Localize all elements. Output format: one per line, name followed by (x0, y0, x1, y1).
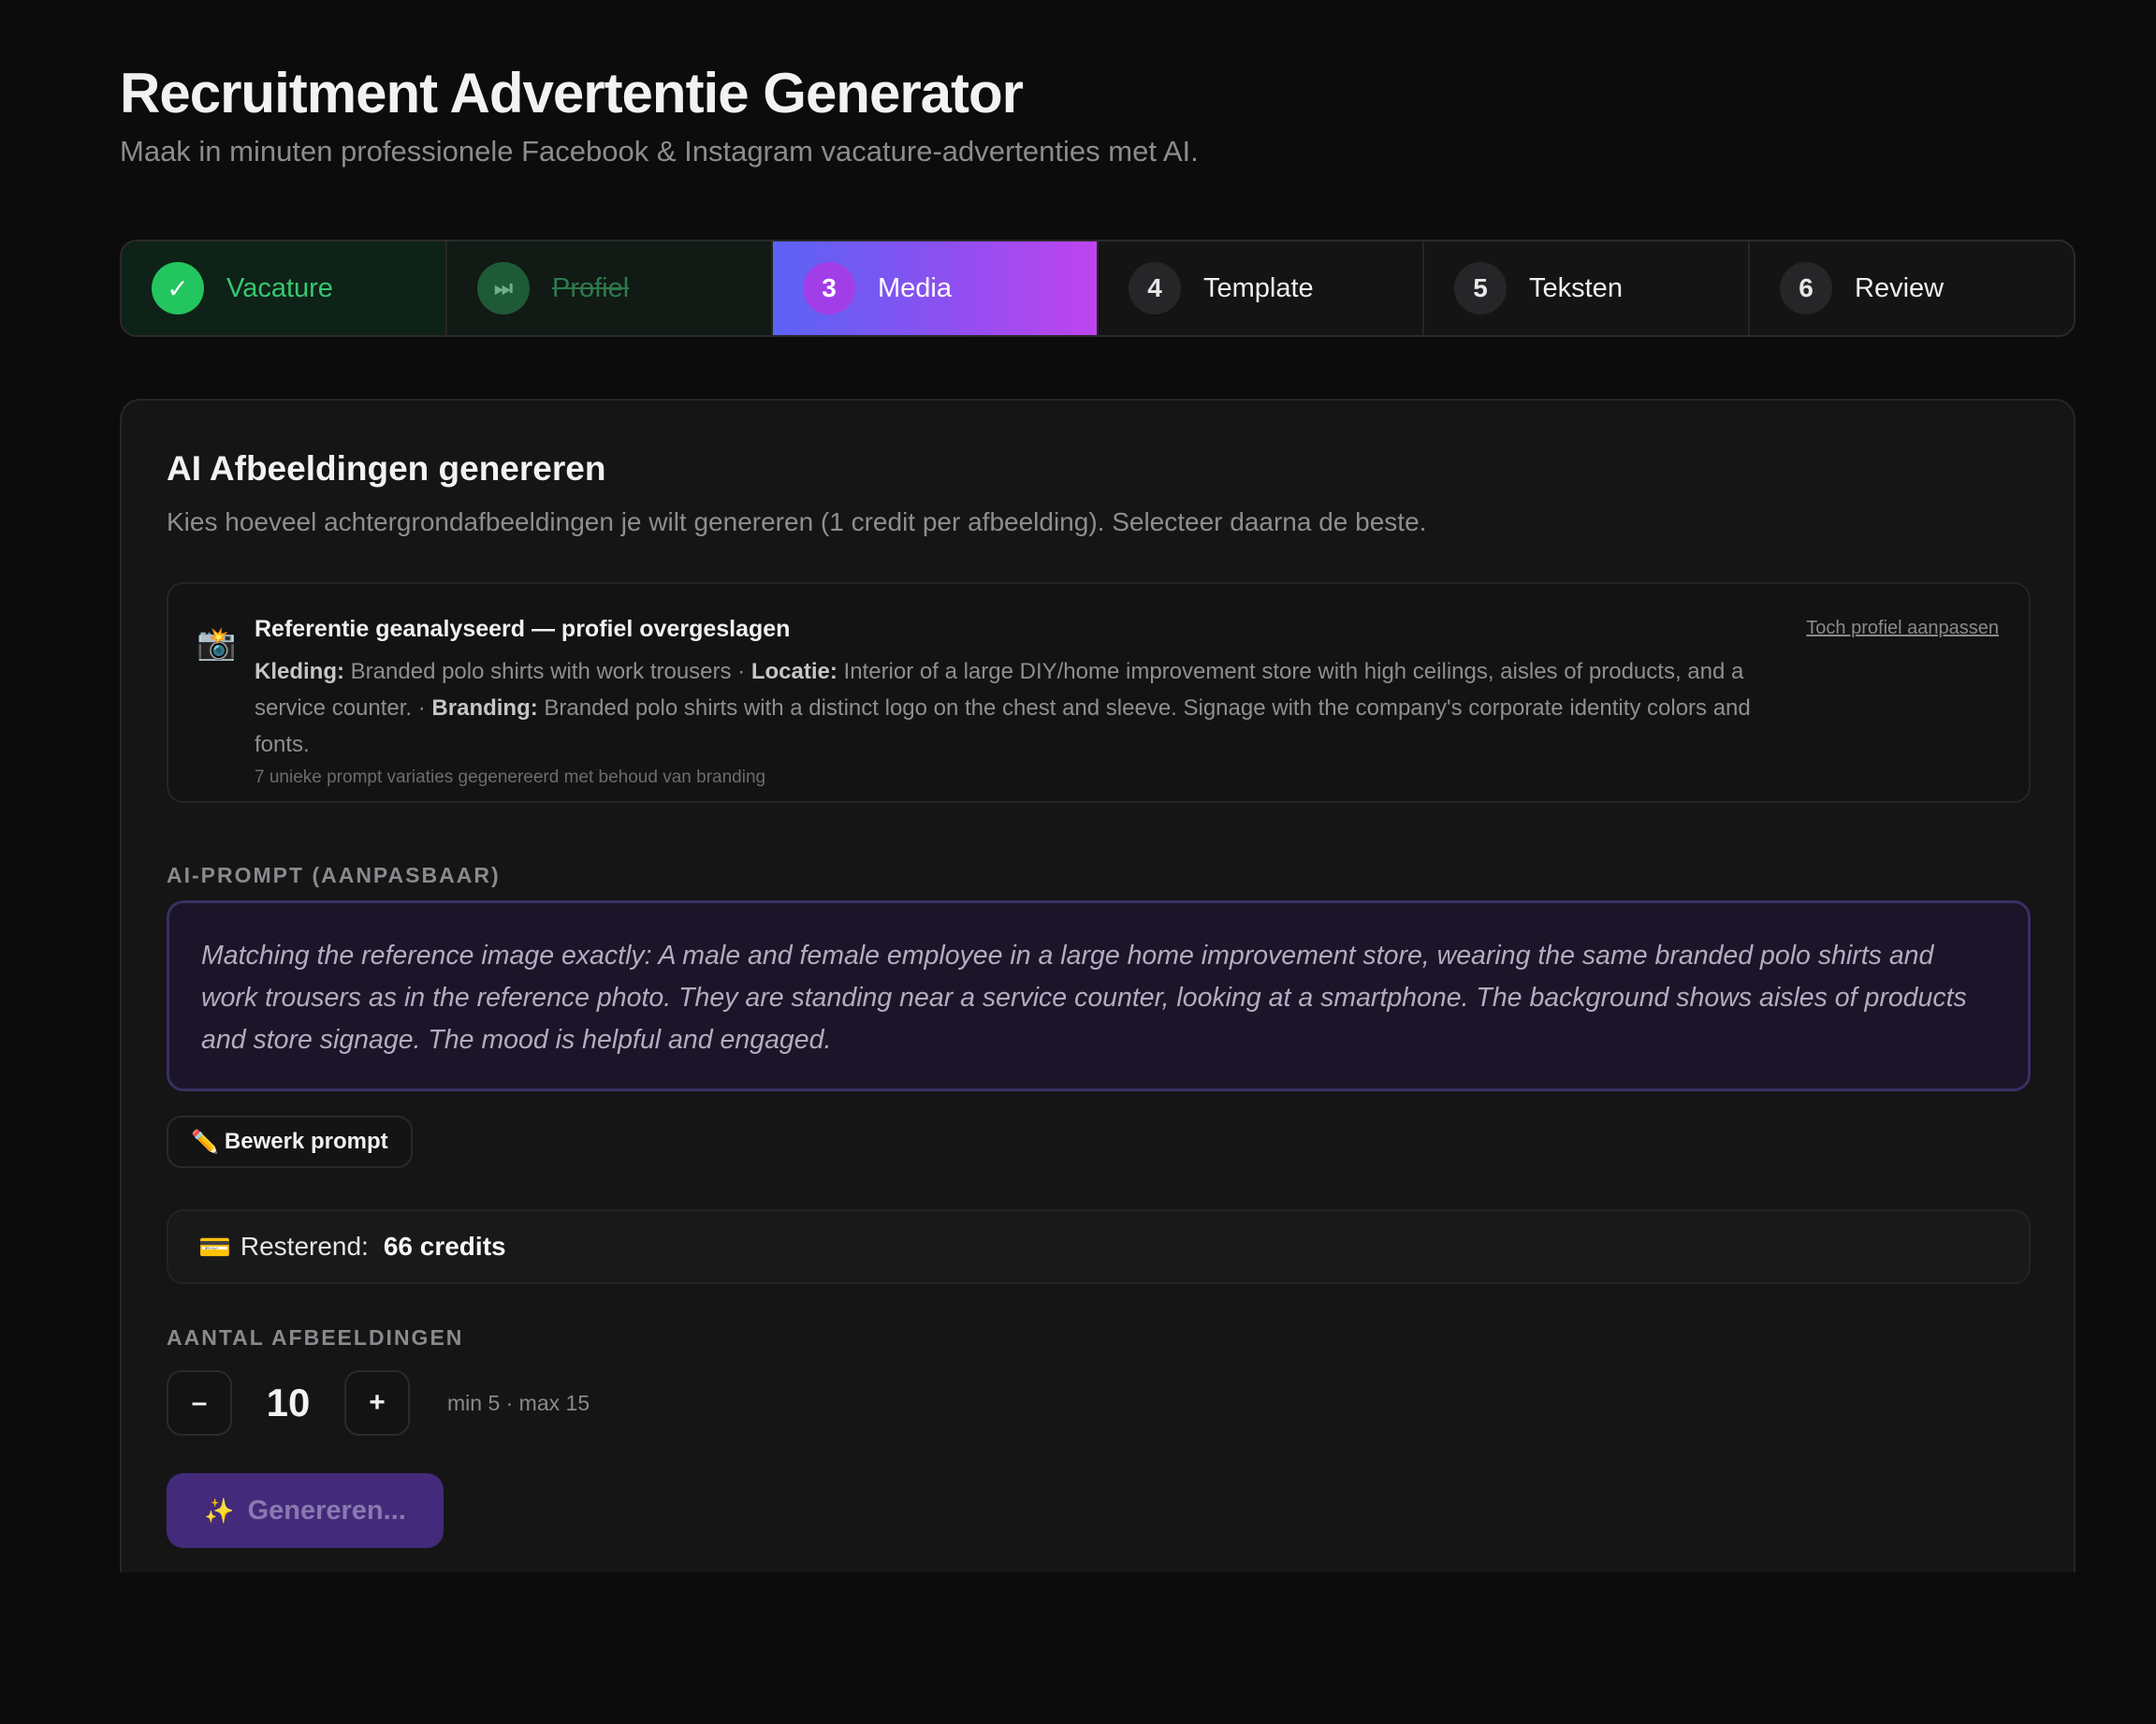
clothing-value: Branded polo shirts with work trousers (350, 659, 732, 684)
ai-prompt-field[interactable]: Matching the reference image exactly: A … (167, 900, 2031, 1091)
reference-analysis-box: 📸 Referentie geanalyseerd — profiel over… (167, 582, 2031, 803)
edit-prompt-label: Bewerk prompt (224, 1129, 388, 1154)
step-label: Vacature (226, 272, 333, 303)
camera-flash-icon: 📸 (197, 626, 237, 662)
edit-prompt-button[interactable]: ✏️ Bewerk prompt (167, 1116, 413, 1168)
page-footer-area (0, 1572, 2156, 1724)
reference-title: Referentie geanalyseerd — profiel overge… (255, 616, 791, 642)
quantity-hint: min 5 · max 15 (447, 1390, 590, 1415)
quantity-label: AANTAL AFBEELDINGEN (167, 1325, 464, 1350)
step-number: 6 (1780, 262, 1832, 314)
step-profiel[interactable]: ⏭ Profiel (447, 241, 773, 335)
step-review[interactable]: 6 Review (1750, 241, 2074, 335)
prompt-label: AI-PROMPT (AANPASBAAR) (167, 863, 501, 887)
step-media[interactable]: 3 Media (773, 241, 1099, 335)
increment-button[interactable]: + (344, 1370, 410, 1436)
pencil-icon: ✏️ (191, 1129, 219, 1155)
section-title: AI Afbeeldingen genereren (167, 449, 606, 488)
app-subtitle: Maak in minuten professionele Facebook &… (120, 135, 1199, 168)
step-label: Media (878, 272, 952, 303)
branding-label: Branding: (431, 695, 538, 721)
location-label: Locatie: (750, 659, 838, 684)
step-label: Teksten (1529, 272, 1623, 303)
credits-panel: 💳 Resterend: 66 credits (167, 1209, 2031, 1284)
credits-value: 66 credits (383, 1232, 506, 1261)
header: Recruitment Advertentie Generator Maak i… (120, 58, 1199, 170)
quantity-stepper: – 10 + min 5 · max 15 (167, 1370, 590, 1436)
edit-profile-link[interactable]: Toch profiel aanpassen (1806, 618, 1999, 639)
variations-note: 7 unieke prompt variaties gegenereerd me… (255, 767, 766, 787)
step-label: Profiel (552, 272, 630, 303)
step-number: 4 (1129, 262, 1181, 314)
step-number: 3 (803, 262, 855, 314)
wizard-stepper: ✓ Vacature ⏭ Profiel 3 Media 4 Template … (120, 240, 2076, 337)
step-template[interactable]: 4 Template (1099, 241, 1424, 335)
step-vacature[interactable]: ✓ Vacature (122, 241, 447, 335)
section-description: Kies hoeveel achtergrondafbeeldingen je … (167, 507, 1427, 536)
media-card: AI Afbeeldingen genereren Kies hoeveel a… (120, 399, 2076, 1724)
sparkles-icon: ✨ (204, 1496, 235, 1525)
credit-card-icon: 💳 (198, 1232, 231, 1262)
skip-icon: ⏭ (477, 262, 530, 314)
quantity-value: 10 (266, 1381, 311, 1424)
step-label: Review (1855, 272, 1945, 303)
check-icon: ✓ (152, 262, 204, 314)
generate-button[interactable]: ✨ Genereren... (167, 1473, 444, 1548)
clothing-label: Kleding: (255, 659, 344, 684)
decrement-button[interactable]: – (167, 1370, 232, 1436)
step-teksten[interactable]: 5 Teksten (1424, 241, 1750, 335)
page: Recruitment Advertentie Generator Maak i… (0, 0, 2156, 1724)
generate-label: Genereren... (247, 1495, 406, 1526)
step-label: Template (1203, 272, 1314, 303)
app-title: Recruitment Advertentie Generator (120, 62, 1024, 124)
reference-details: Kleding: Branded polo shirts with work t… (255, 659, 1751, 757)
credits-label: Resterend: (240, 1232, 369, 1261)
step-number: 5 (1454, 262, 1507, 314)
